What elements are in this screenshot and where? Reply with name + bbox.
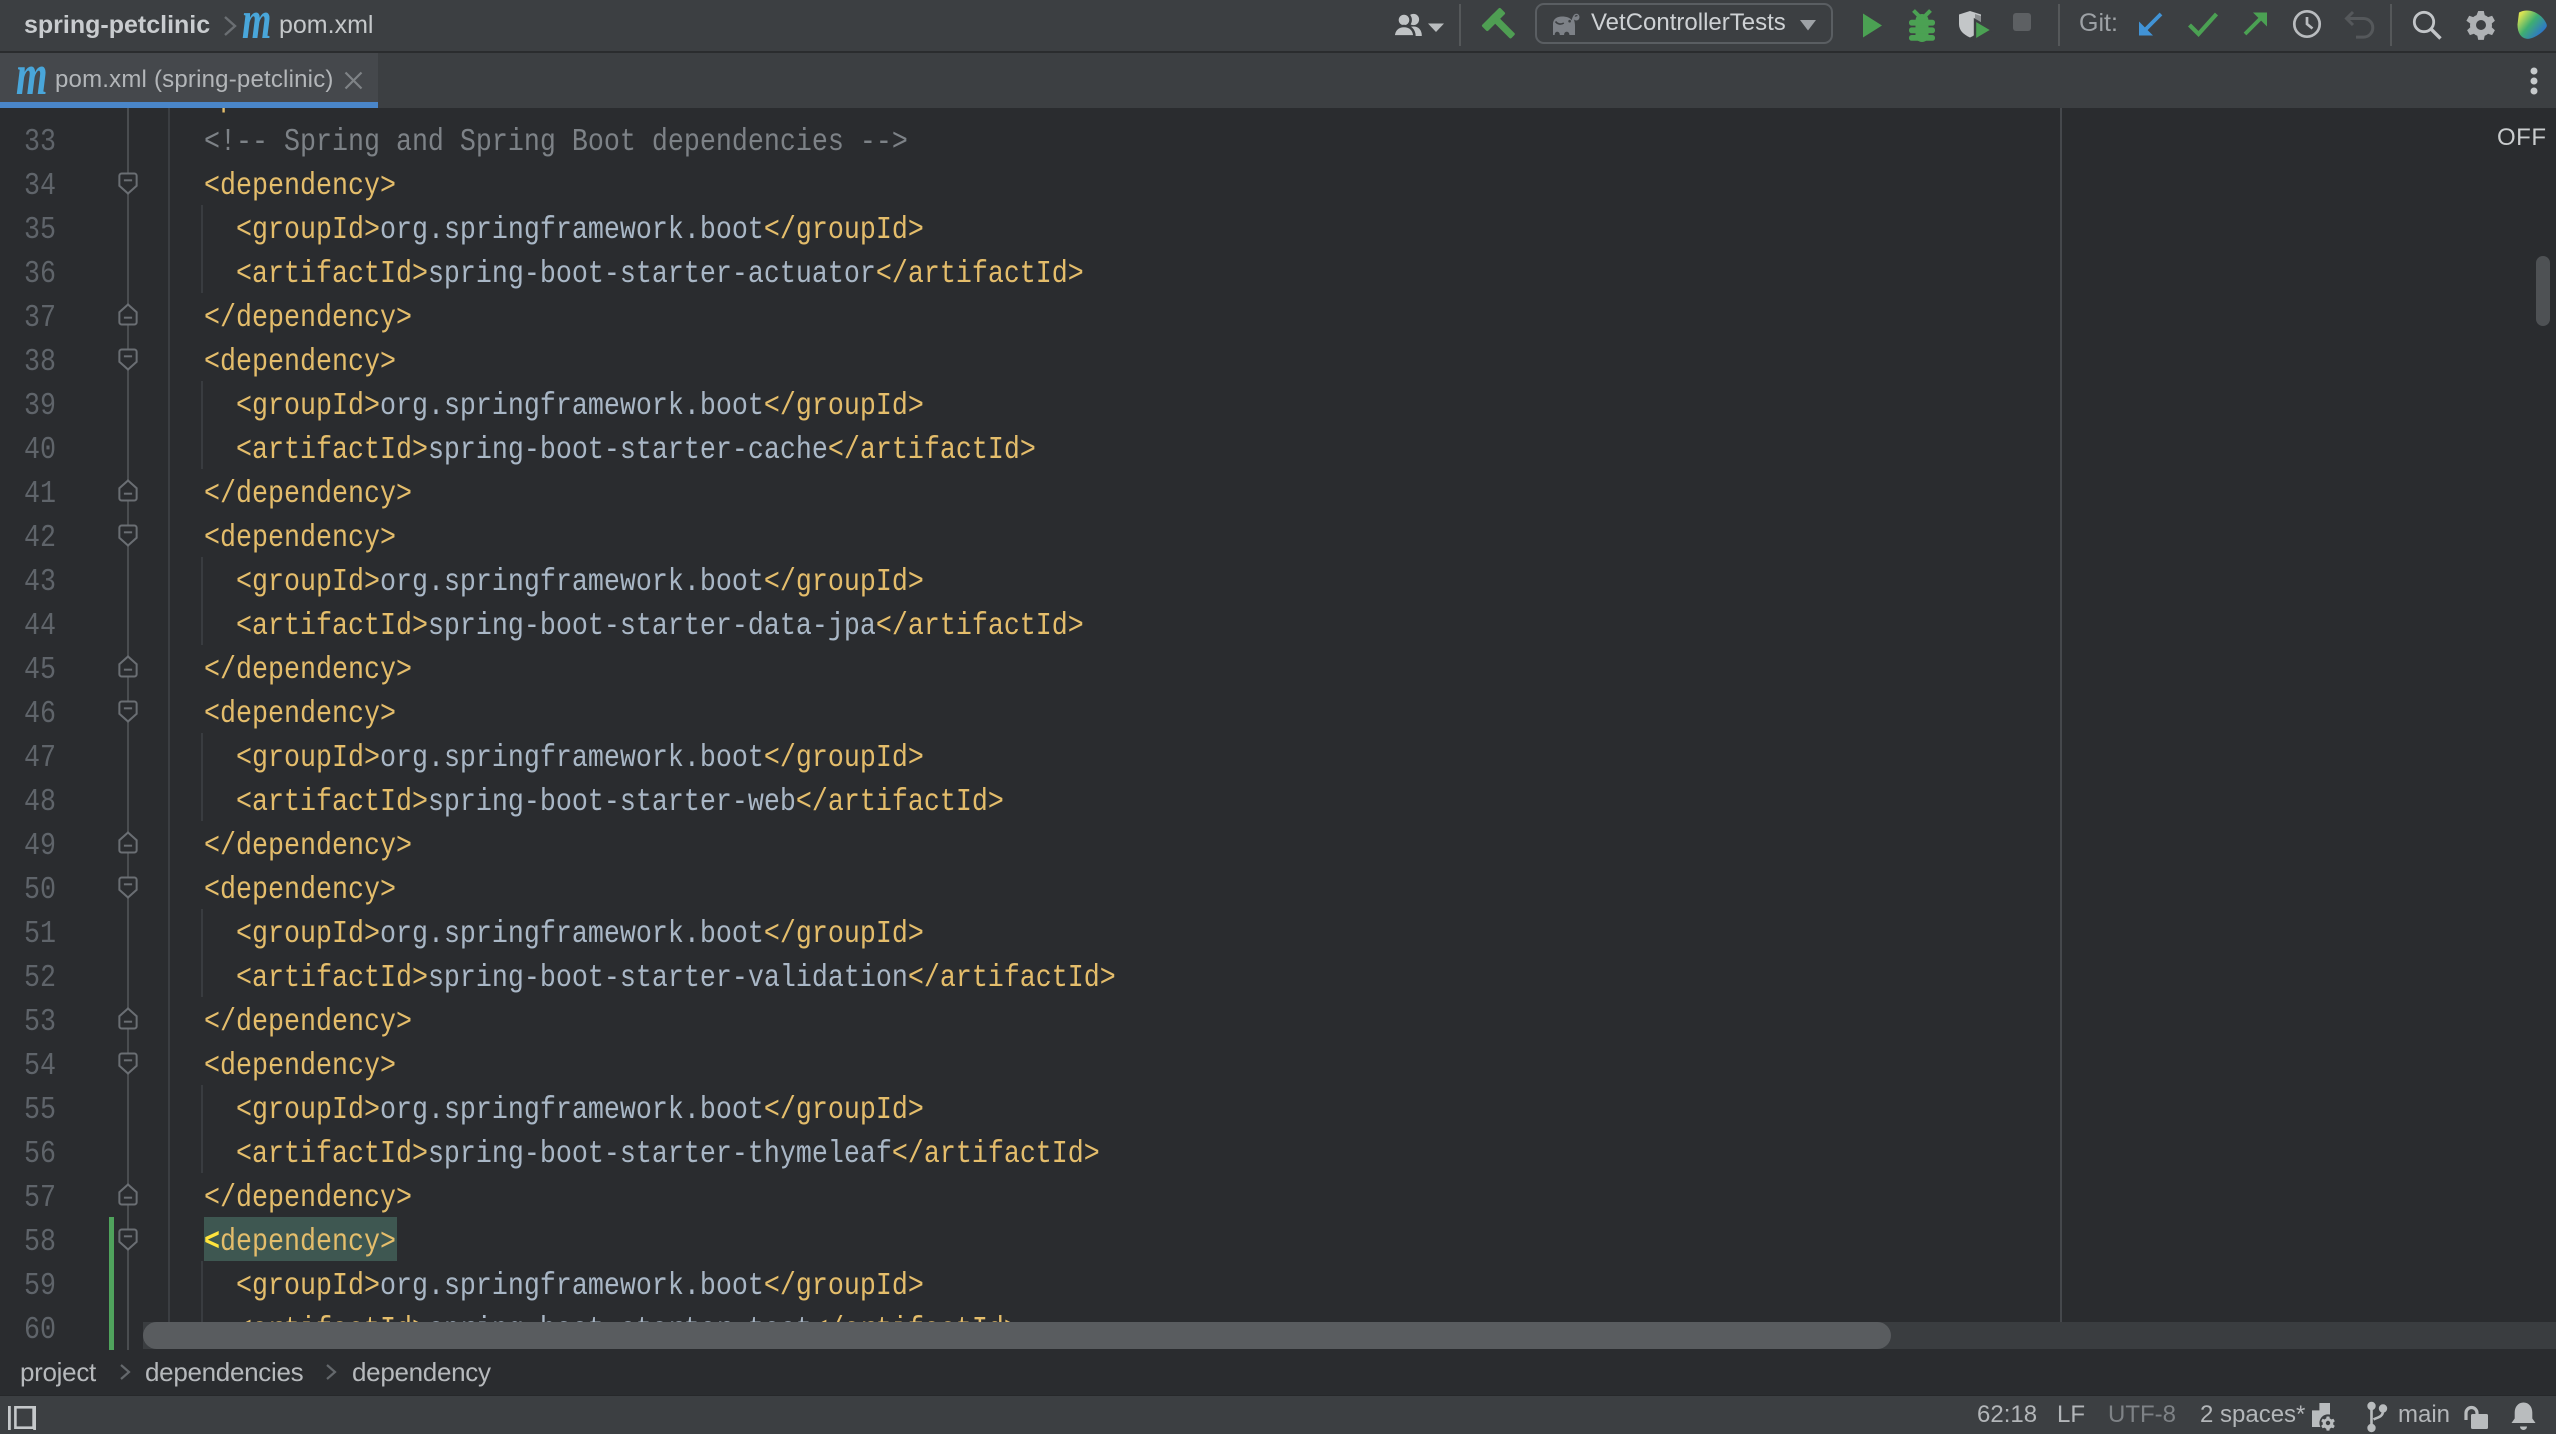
svg-text:m: m (242, 0, 271, 51)
svg-text:m: m (16, 53, 48, 107)
